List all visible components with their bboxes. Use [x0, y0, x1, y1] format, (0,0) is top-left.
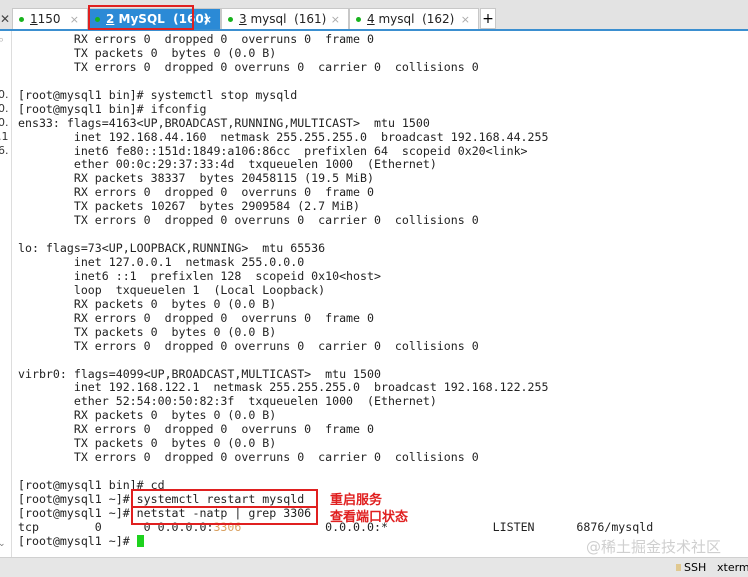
tab-label: mysql (162)	[374, 12, 455, 26]
lock-icon	[676, 564, 681, 571]
chevron-down-icon[interactable]: ⌄	[0, 539, 6, 549]
highlight-box	[88, 5, 194, 30]
terminal-line: inet6 fe80::151d:1849:a106:86cc prefixle…	[18, 143, 528, 158]
close-tab-icon[interactable]: ×	[70, 13, 79, 26]
terminal-line: RX errors 0 dropped 0 overruns 0 frame 0	[18, 185, 374, 200]
ssh-status: SSH	[676, 561, 706, 574]
terminal-line: inet 192.168.122.1 netmask 255.255.255.0…	[18, 380, 549, 395]
terminal-line: ether 00:0c:29:37:33:4d txqueuelen 1000 …	[18, 157, 437, 172]
close-icon[interactable]: ✕	[0, 12, 10, 26]
prompt: [root@mysql1 ~]#	[18, 533, 137, 548]
protocol-label: SSH	[684, 561, 707, 574]
terminal-line: TX packets 0 bytes 0 (0.0 B)	[18, 436, 277, 451]
status-dot-icon	[228, 16, 233, 22]
close-tab-icon[interactable]: ×	[461, 13, 470, 26]
terminal-line: RX errors 0 dropped 0 overruns 0 frame 0	[18, 422, 374, 437]
side-text: 0.	[0, 116, 9, 129]
side-text: 6.	[0, 144, 9, 157]
tab-3[interactable]: 3 mysql (161) ×	[221, 8, 349, 29]
terminal-line: lo: flags=73<UP,LOOPBACK,RUNNING> mtu 65…	[18, 241, 326, 256]
watermark: @稀土掘金技术社区	[586, 538, 722, 556]
highlight-box	[131, 506, 318, 525]
prompt-line: [root@mysql1 ~]#	[18, 533, 653, 549]
terminal-line: RX packets 0 bytes 0 (0.0 B)	[18, 296, 277, 311]
tab-label: 150	[37, 12, 61, 26]
terminal-line: inet 127.0.0.1 netmask 255.0.0.0	[18, 255, 305, 269]
terminal-output[interactable]: RX errors 0 dropped 0 overruns 0 frame 0…	[18, 32, 653, 549]
status-bar: SSH xterm	[0, 557, 748, 577]
tab-4[interactable]: 4 mysql (162) ×	[349, 8, 479, 29]
terminal-line: ens33: flags=4163<UP,BROADCAST,RUNNING,M…	[18, 115, 430, 130]
terminal-line: TX packets 0 bytes 0 (0.0 B)	[18, 45, 277, 60]
tab-label: mysql (161)	[246, 12, 327, 26]
tab-number: 3	[239, 12, 247, 26]
terminal-line: loop txqueuelen 1 (Local Loopback)	[18, 282, 326, 297]
side-text: 0.	[0, 102, 9, 115]
status-dot-icon	[356, 16, 361, 22]
terminal-line: virbr0: flags=4099<UP,BROADCAST,MULTICAS…	[18, 366, 381, 381]
terminal-line: TX packets 10267 bytes 2909584 (2.7 MiB)	[18, 199, 361, 214]
status-dot-icon	[19, 16, 24, 22]
terminal-line: TX errors 0 dropped 0 overruns 0 carrier…	[18, 450, 479, 465]
terminal-line: [root@mysql1 bin]# systemctl stop mysqld	[18, 87, 298, 102]
terminal-line: inet 192.168.44.160 netmask 255.255.255.…	[18, 129, 549, 144]
terminal-line: TX errors 0 dropped 0 overruns 0 carrier…	[18, 213, 479, 228]
close-tab-icon[interactable]: ×	[331, 13, 340, 26]
side-text: 0.	[0, 88, 9, 101]
terminal-line: TX errors 0 dropped 0 overruns 0 carrier…	[18, 338, 479, 353]
terminal-line: inet6 ::1 prefixlen 128 scopeid 0x10<hos…	[18, 268, 381, 283]
terminal-line: [root@mysql1 bin]# ifconfig	[18, 101, 207, 116]
terminal-line: ether 52:54:00:50:82:3f txqueuelen 1000 …	[18, 394, 437, 409]
terminal-line: RX errors 0 dropped 0 overruns 0 frame 0	[18, 32, 374, 46]
search-icon[interactable]: ⌕	[0, 33, 4, 47]
terminal-line: RX packets 0 bytes 0 (0.0 B)	[18, 408, 277, 423]
tab-number: 1	[30, 12, 38, 26]
tab-number: 4	[367, 12, 375, 26]
close-tab-icon[interactable]: ×	[203, 13, 212, 26]
side-panel[interactable]: ⌕ 0. 0. 0. .1 6. ⌄	[0, 31, 12, 557]
side-text: .1	[0, 130, 9, 143]
terminal-line: RX errors 0 dropped 0 overruns 0 frame 0	[18, 310, 374, 325]
annotation-netstat: 查看端口状态	[330, 510, 409, 525]
terminal-line: RX packets 38337 bytes 20458115 (19.5 Mi…	[18, 171, 374, 186]
terminal-line: TX packets 0 bytes 0 (0.0 B)	[18, 324, 277, 339]
new-tab-button[interactable]: +	[480, 8, 496, 29]
cursor	[136, 534, 144, 547]
terminal-line: TX errors 0 dropped 0 overruns 0 carrier…	[18, 59, 479, 74]
tab-1[interactable]: 1 150 ×	[12, 8, 88, 29]
terminal-type: xterm	[717, 561, 748, 574]
